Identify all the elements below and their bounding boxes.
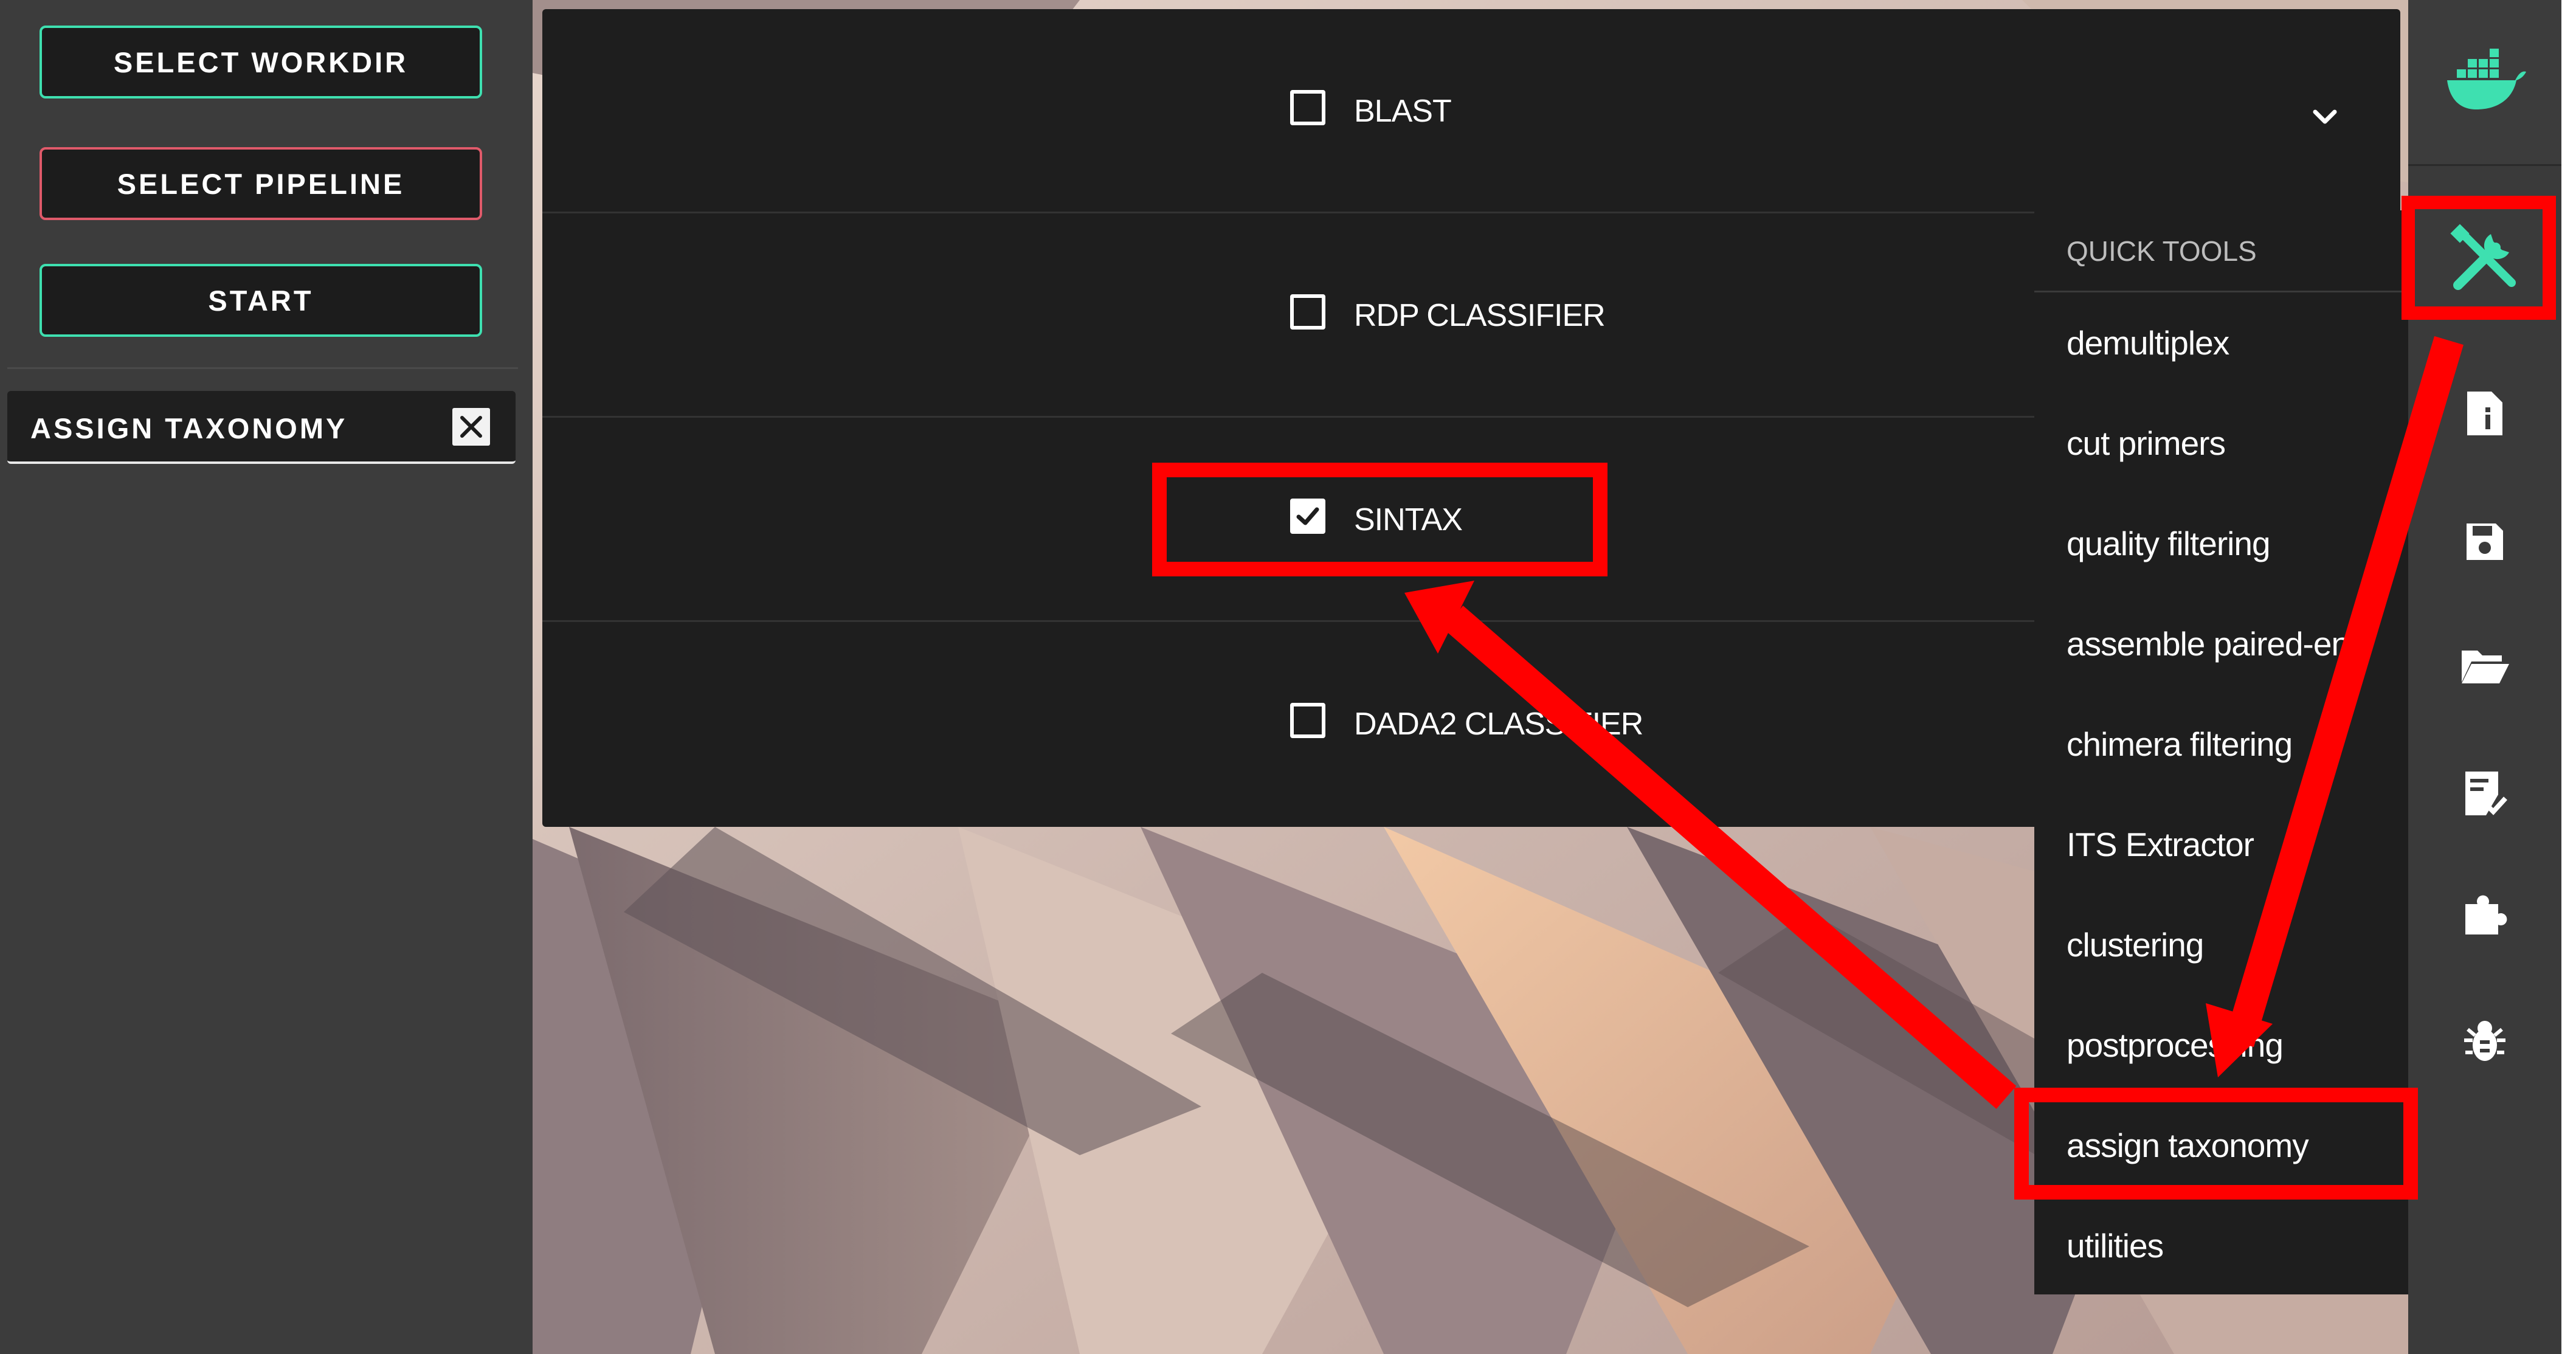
plugins-button[interactable] bbox=[2408, 891, 2561, 939]
window-edge bbox=[2561, 0, 2576, 1354]
option-label: BLAST bbox=[1354, 94, 1452, 129]
folder-open-icon bbox=[2462, 651, 2509, 683]
dada2-classifier-checkbox[interactable] bbox=[1290, 703, 1325, 738]
menu-item-assemble-paired-end[interactable]: assemble paired-end bbox=[2067, 624, 2368, 663]
right-toolbar bbox=[2408, 0, 2561, 1354]
remove-step-button[interactable] bbox=[452, 408, 490, 446]
menu-item-postprocessing[interactable]: postprocessing bbox=[2067, 1026, 2284, 1065]
quick-tools-title: QUICK TOOLS bbox=[2067, 235, 2257, 267]
menu-item-its-extractor[interactable]: ITS Extractor bbox=[2067, 825, 2254, 864]
chevron-down-icon[interactable] bbox=[2305, 97, 2344, 136]
sidebar-divider bbox=[7, 367, 518, 369]
open-folder-button[interactable] bbox=[2408, 646, 2561, 686]
menu-divider bbox=[2034, 291, 2409, 292]
rdp-classifier-checkbox[interactable] bbox=[1290, 294, 1325, 330]
quick-tools-menu: QUICK TOOLS demultiplex cut primers qual… bbox=[2034, 210, 2409, 1294]
option-row-blast[interactable]: BLAST bbox=[542, 9, 2400, 213]
file-info-button[interactable] bbox=[2408, 389, 2561, 438]
option-label: SINTAX bbox=[1354, 502, 1463, 537]
tools-icon bbox=[2450, 224, 2516, 290]
menu-item-quality-filtering[interactable]: quality filtering bbox=[2067, 524, 2271, 563]
menu-item-assign-taxonomy[interactable]: assign taxonomy bbox=[2067, 1126, 2309, 1165]
pipeline-step-card[interactable]: ASSIGN TAXONOMY bbox=[7, 391, 516, 464]
start-button[interactable]: START bbox=[40, 264, 482, 337]
review-button[interactable] bbox=[2408, 769, 2561, 818]
option-row-dada2-classifier[interactable]: DADA2 CLASSIFIER bbox=[542, 622, 2044, 826]
quick-tools-button[interactable] bbox=[2408, 222, 2561, 295]
save-icon bbox=[2467, 523, 2503, 560]
select-pipeline-button[interactable]: SELECT PIPELINE bbox=[40, 147, 482, 220]
menu-item-demultiplex[interactable]: demultiplex bbox=[2067, 323, 2229, 362]
docker-button[interactable] bbox=[2408, 43, 2561, 116]
option-label: RDP CLASSIFIER bbox=[1354, 298, 1606, 333]
save-button[interactable] bbox=[2408, 520, 2561, 564]
sintax-checkbox[interactable] bbox=[1290, 499, 1325, 534]
bug-icon bbox=[2464, 1021, 2505, 1061]
menu-item-utilities[interactable]: utilities bbox=[2067, 1226, 2164, 1265]
file-info-icon bbox=[2467, 392, 2502, 435]
option-row-sintax[interactable]: SINTAX bbox=[542, 418, 2044, 622]
menu-item-chimera-filtering[interactable]: chimera filtering bbox=[2067, 725, 2293, 764]
close-icon bbox=[460, 416, 482, 438]
puzzle-icon bbox=[2465, 895, 2507, 934]
checklist-icon bbox=[2465, 772, 2507, 815]
debug-button[interactable] bbox=[2408, 1018, 2561, 1065]
menu-item-clustering[interactable]: clustering bbox=[2067, 925, 2204, 964]
option-label: DADA2 CLASSIFIER bbox=[1354, 706, 1643, 742]
pipeline-step-label: ASSIGN TAXONOMY bbox=[30, 412, 348, 444]
checkmark-icon bbox=[1296, 507, 1319, 525]
docker-icon bbox=[2447, 49, 2526, 109]
menu-item-cut-primers[interactable]: cut primers bbox=[2067, 424, 2226, 463]
select-workdir-button[interactable]: SELECT WORKDIR bbox=[40, 26, 482, 98]
left-sidebar: SELECT WORKDIR SELECT PIPELINE START ASS… bbox=[0, 0, 533, 1354]
option-row-rdp-classifier[interactable]: RDP CLASSIFIER bbox=[542, 213, 2044, 418]
blast-checkbox[interactable] bbox=[1290, 90, 1325, 125]
